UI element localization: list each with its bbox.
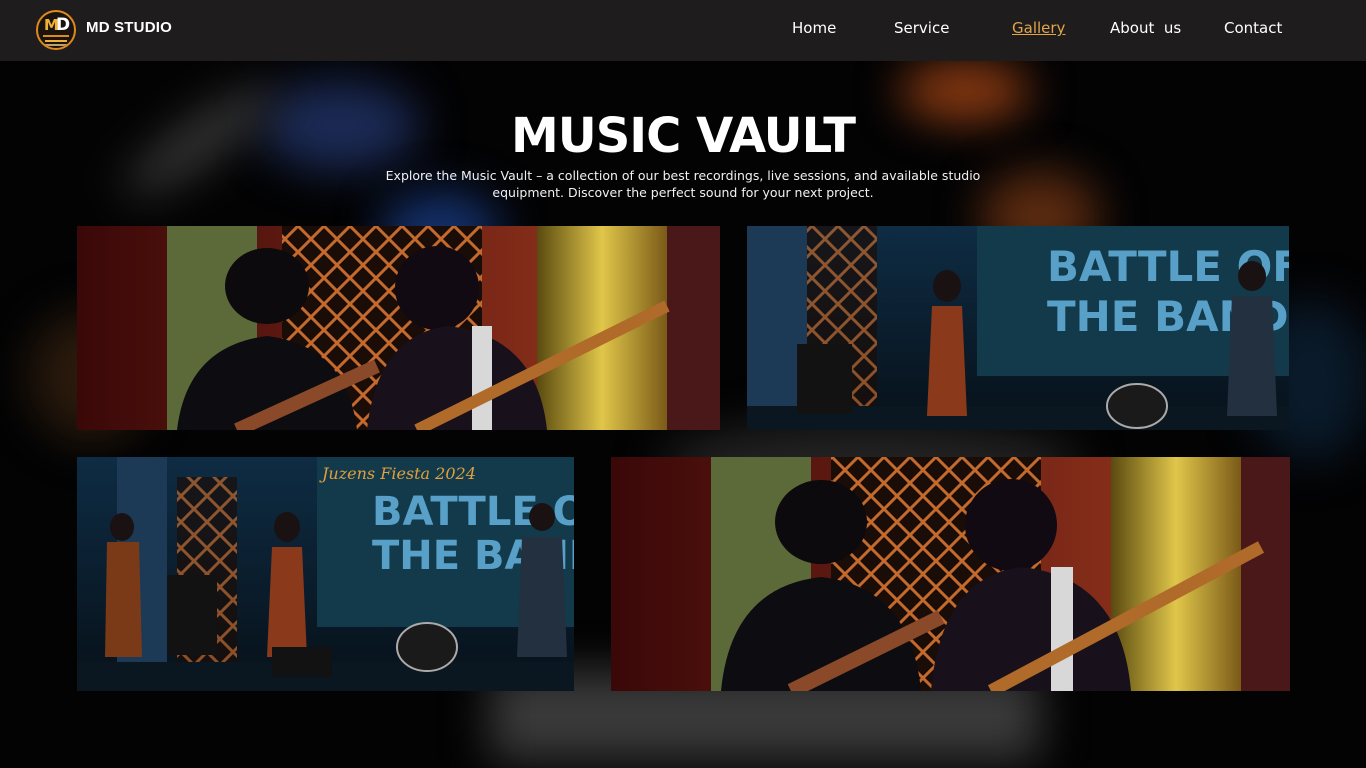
- description-line-2: equipment. Discover the perfect sound fo…: [492, 185, 874, 200]
- band-stage-image: Juzens Fiesta 2024 BATTLE OF THE BAND: [77, 457, 574, 691]
- guitarists-closeup-photo[interactable]: [77, 226, 720, 430]
- nav-home-link[interactable]: Home: [792, 19, 836, 37]
- nav-service-link[interactable]: Service: [894, 19, 949, 37]
- nav-about-link[interactable]: About us: [1110, 19, 1181, 37]
- guitarists-closeup-image: [77, 226, 720, 430]
- nav-gallery-link[interactable]: Gallery: [1012, 19, 1065, 37]
- description-line-1: Explore the Music Vault – a collection o…: [385, 168, 981, 183]
- top-navbar: MD MD STUDIO Home Service Gallery About …: [0, 0, 1366, 61]
- guitarists-closeup-image: [611, 457, 1290, 691]
- guitarists-closeup-photo[interactable]: [611, 457, 1290, 691]
- md-production-logo-icon[interactable]: MD: [36, 10, 76, 50]
- nav-contact-link[interactable]: Contact: [1224, 19, 1282, 37]
- brand-name[interactable]: MD STUDIO: [86, 19, 172, 36]
- page-title: MUSIC VAULT: [510, 108, 856, 164]
- band-stage-photo[interactable]: Juzens Fiesta 2024 BATTLE OF THE BAND: [77, 457, 574, 691]
- page-description: Explore the Music Vault – a collection o…: [383, 167, 983, 201]
- stage-banner-script: Juzens Fiesta 2024: [319, 464, 476, 483]
- band-stage-photo[interactable]: BATTLE OF THE BAND: [747, 226, 1289, 430]
- band-stage-image: BATTLE OF THE BAND: [747, 226, 1289, 430]
